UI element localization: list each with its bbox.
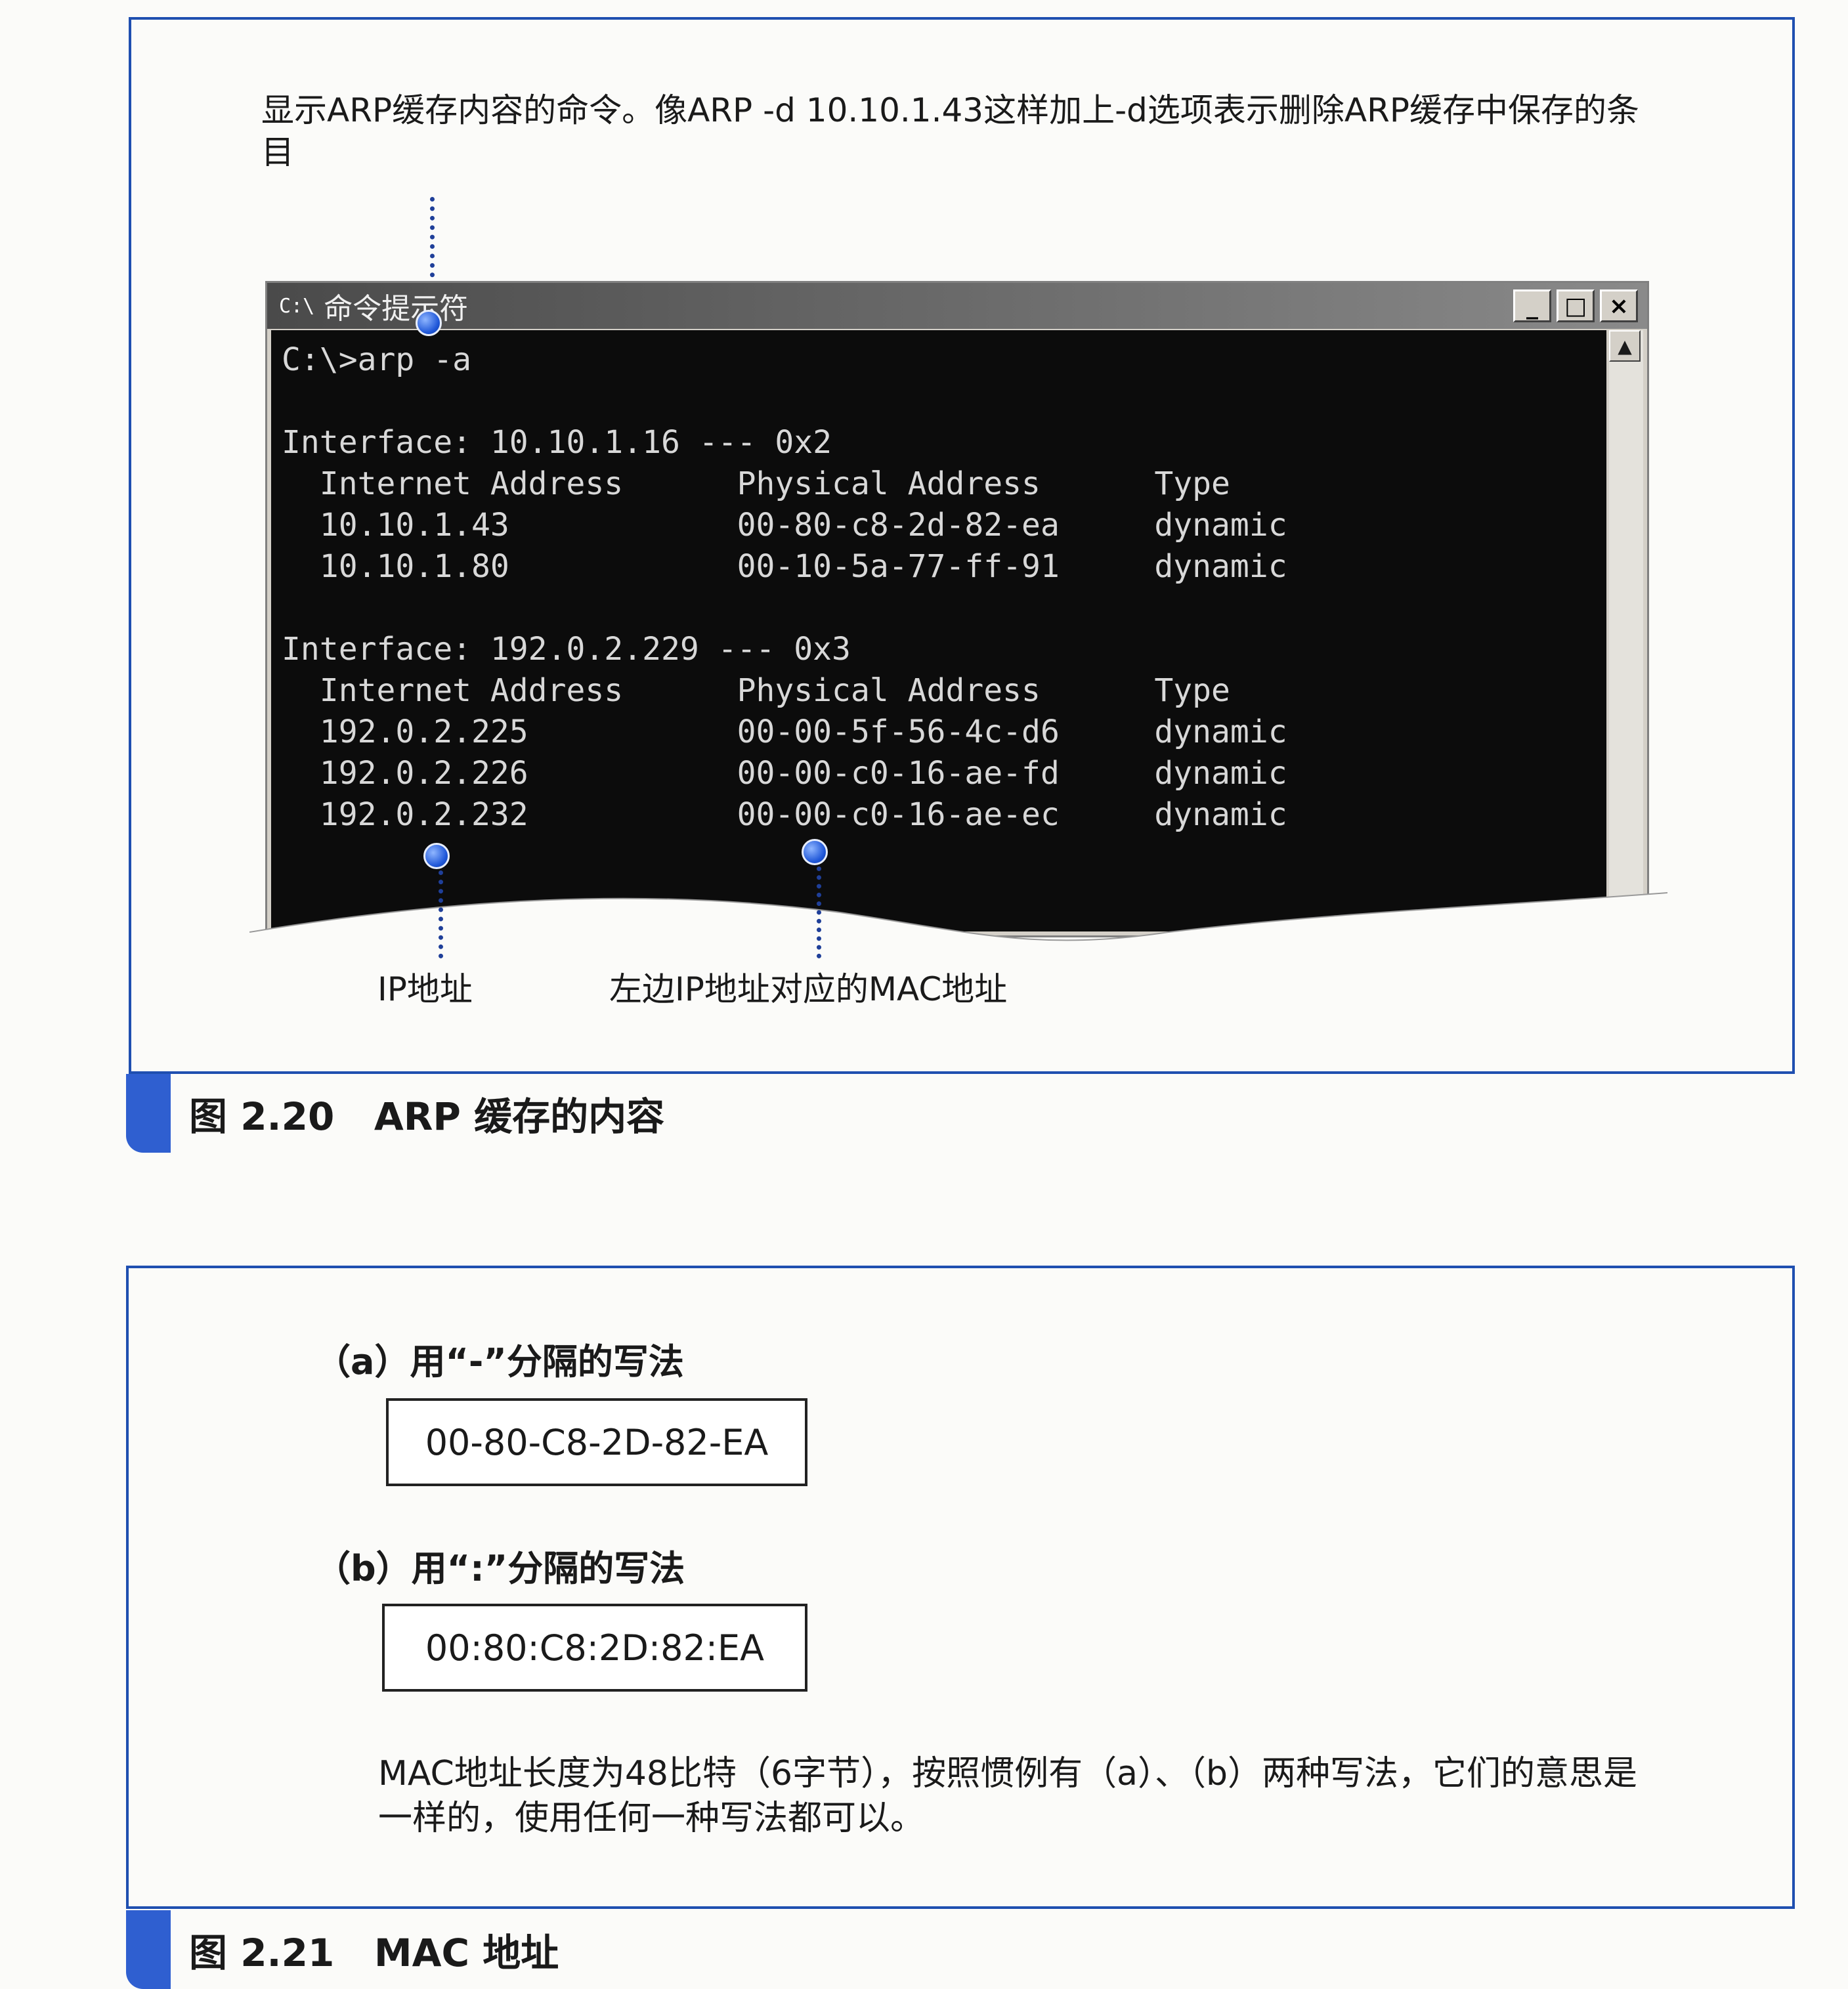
format-b-label: （b）用“:”分隔的写法 [315, 1548, 685, 1589]
ip-marker-dot [423, 843, 450, 869]
minimize-button[interactable]: _ [1513, 289, 1551, 322]
caption-tab [126, 1910, 171, 1989]
cmd-icon: C:\ [279, 294, 315, 318]
figure-2-21-caption: 图 2.21 MAC 地址 [126, 1910, 559, 1989]
console-text: C:\>arp -a Interface: 10.10.1.16 --- 0x2… [282, 341, 1287, 833]
mac-hyphen-box: 00-80-C8-2D-82-EA [386, 1398, 807, 1486]
mac-leader-line [817, 866, 821, 958]
mac-address-label: 左边IP地址对应的MAC地址 [609, 970, 1008, 1008]
mac-colon-box: 00:80:C8:2D:82:EA [382, 1604, 807, 1692]
window-title: 命令提示符 [324, 292, 469, 326]
scroll-up-arrow-icon[interactable]: ▲ [1609, 330, 1641, 362]
close-button[interactable]: × [1600, 289, 1638, 322]
command-prompt-window[interactable]: C:\ 命令提示符 _ □ × C:\>arp -a Interface: 10… [265, 281, 1649, 937]
window-controls: _ □ × [1508, 289, 1638, 322]
console-output[interactable]: C:\>arp -a Interface: 10.10.1.16 --- 0x2… [271, 330, 1606, 931]
ip-leader-line [439, 870, 443, 958]
ip-address-label: IP地址 [377, 970, 473, 1008]
caption-text: 图 2.20 ARP 缓存的内容 [189, 1094, 665, 1139]
caption-tab [126, 1074, 171, 1153]
torn-edge [249, 892, 1667, 985]
caption-text: 图 2.21 MAC 地址 [189, 1931, 559, 1975]
vertical-scrollbar[interactable]: ▲ [1609, 330, 1643, 931]
window-titlebar[interactable]: C:\ 命令提示符 _ □ × [267, 283, 1647, 329]
command-marker-dot [416, 310, 442, 336]
figure-2-20-caption: 图 2.20 ARP 缓存的内容 [126, 1074, 664, 1153]
format-a-label: （a）用“-”分隔的写法 [315, 1341, 684, 1382]
mac-marker-dot [802, 839, 828, 865]
mac-description: MAC地址长度为48比特（6字节），按照惯例有（a）、（b）两种写法，它们的意思… [378, 1754, 1637, 1838]
command-note: 显示ARP缓存内容的命令。像ARP -d 10.10.1.43这样加上-d选项表… [261, 91, 1639, 171]
maximize-button[interactable]: □ [1557, 289, 1595, 322]
